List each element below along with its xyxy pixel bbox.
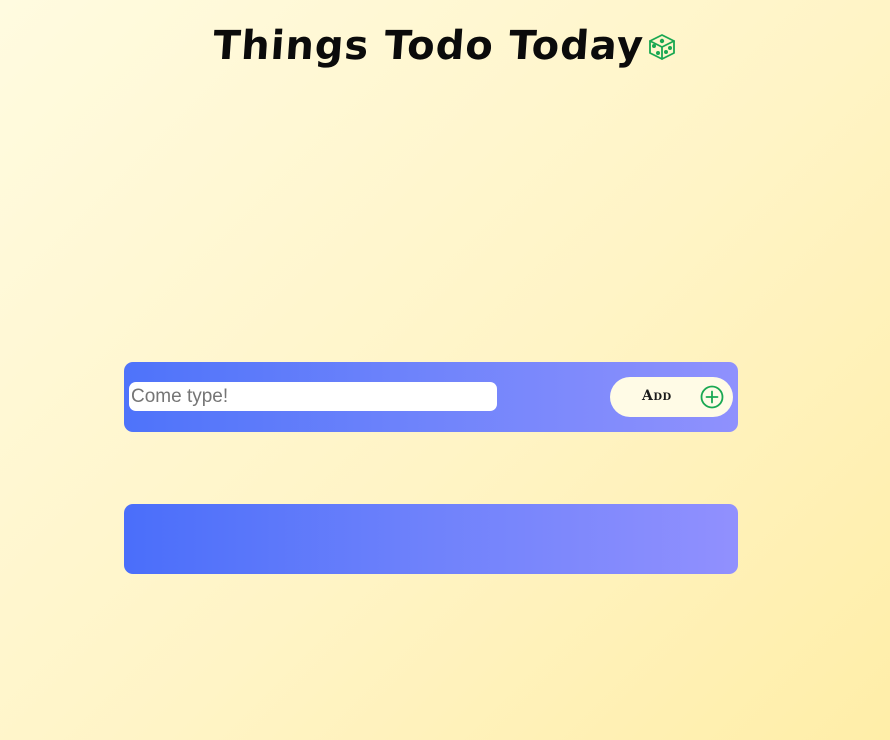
todo-list-panel	[124, 504, 738, 574]
add-button[interactable]: Add	[610, 377, 733, 417]
add-button-label: Add	[642, 388, 672, 404]
todo-input[interactable]	[129, 382, 497, 411]
dice-icon	[647, 32, 677, 62]
todo-input-panel: Add	[124, 362, 738, 432]
plus-circle-icon	[700, 385, 724, 409]
page-title: Things Todo Today	[211, 23, 645, 69]
page-header: Things Todo Today	[0, 18, 890, 78]
title-wrap: Things Todo Today	[211, 18, 678, 74]
